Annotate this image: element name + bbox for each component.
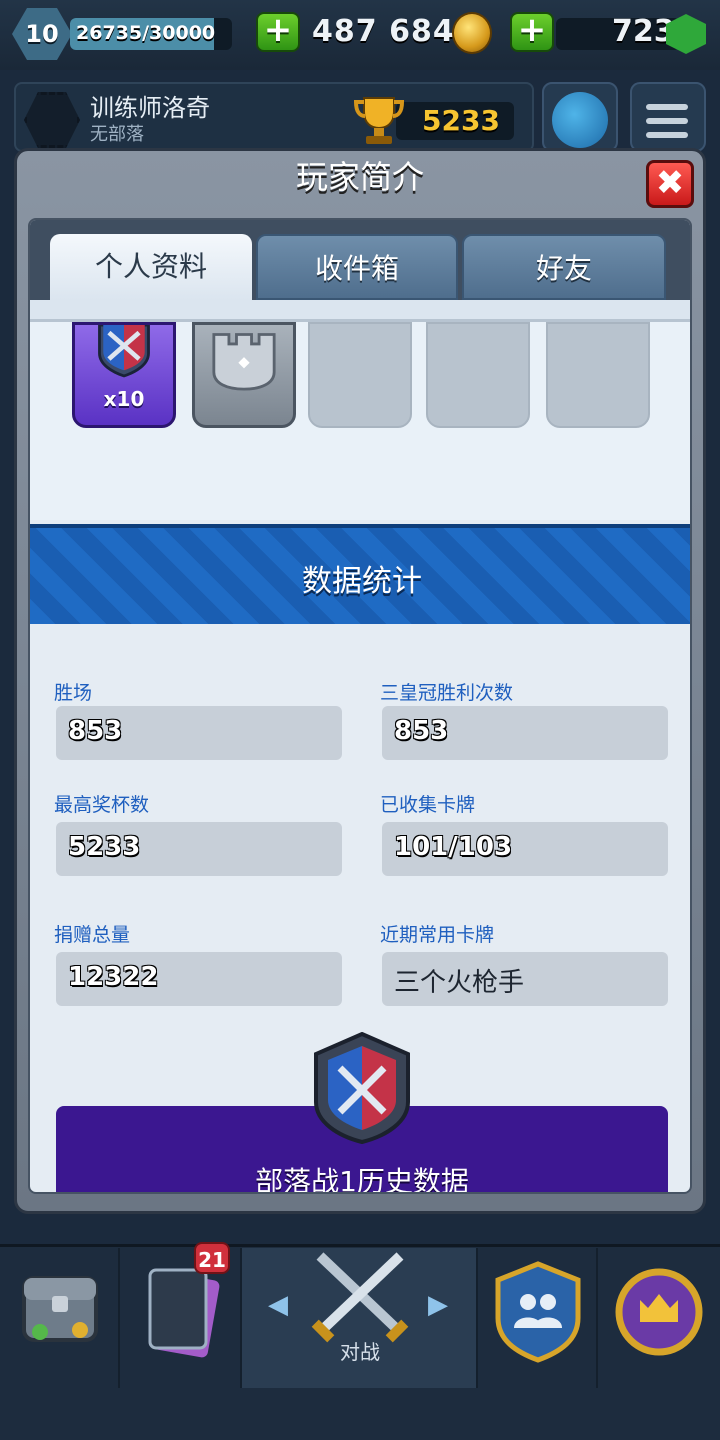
crown-badge[interactable]: [192, 322, 296, 428]
nav-shop[interactable]: [0, 1248, 120, 1388]
plus-icon: +: [517, 10, 547, 50]
stat-value-cards-found: 101/103: [394, 832, 513, 862]
battle-label: 对战: [340, 1340, 380, 1364]
tab-friends[interactable]: 好友: [462, 234, 666, 300]
stat-box-highest-trophies: 5233: [56, 822, 342, 876]
nav-events[interactable]: [598, 1248, 720, 1388]
stat-value-wins: 853: [68, 716, 123, 746]
modal-title: 玩家简介: [295, 158, 424, 196]
stat-label-highest-trophies: 最高奖杯数: [54, 794, 150, 816]
xp-bar: 26735/30000: [70, 18, 232, 50]
clan-war-badge-icon: [314, 1032, 410, 1144]
profile-content: 个人资料 收件箱 好友 x10 数据统计 胜场 853 三皇冠胜利次数 853 …: [28, 218, 692, 1194]
globe-icon: [552, 92, 608, 148]
stat-box-three-crown-wins: 853: [382, 706, 668, 760]
gold-coin-icon: [452, 12, 492, 54]
shop-chest-icon: [22, 1276, 98, 1342]
level-number: 10: [25, 20, 59, 48]
trophy-icon: [353, 97, 405, 144]
stat-value-total-donations: 12322: [68, 962, 159, 992]
clan-war-badge[interactable]: x10: [72, 322, 176, 428]
tab-inbox[interactable]: 收件箱: [256, 234, 458, 300]
menu-icon: [646, 104, 688, 146]
stat-value-favorite-card: 三个火枪手: [394, 968, 525, 998]
xp-text: 26735/30000: [76, 22, 216, 44]
stat-label-favorite-card: 近期常用卡牌: [380, 924, 495, 946]
crown-tower-icon: [212, 333, 276, 391]
stat-box-cards-found: 101/103: [382, 822, 668, 876]
stat-label-three-crown-wins: 三皇冠胜利次数: [380, 682, 514, 704]
tab-underline: [30, 300, 690, 322]
right-arrow-icon[interactable]: ▶: [428, 1290, 448, 1320]
trophy-count: 5233: [422, 104, 500, 137]
empty-badge-slot: [308, 322, 412, 428]
cards-notification-badge: 21: [194, 1242, 230, 1274]
clan-war-history-title: 部落战1历史数据: [255, 1165, 469, 1194]
badges-panel: x10: [30, 322, 690, 520]
add-gems-button[interactable]: +: [510, 12, 554, 52]
stats-title: 数据统计: [302, 564, 422, 599]
stat-label-cards-found: 已收集卡牌: [380, 794, 476, 816]
stat-box-total-donations: 12322: [56, 952, 342, 1006]
nav-social[interactable]: [478, 1248, 598, 1388]
close-button[interactable]: ✖: [646, 160, 694, 208]
crown-events-icon: [615, 1268, 703, 1356]
stat-value-three-crown-wins: 853: [394, 716, 449, 746]
empty-badge-slot: [426, 322, 530, 428]
gold-amount: 487 684: [312, 14, 455, 49]
social-shield-icon: [495, 1261, 581, 1363]
close-icon: ✖: [655, 163, 685, 203]
add-gold-button[interactable]: +: [256, 12, 300, 52]
empty-badge-slot: [546, 322, 650, 428]
stat-label-total-donations: 捐赠总量: [54, 924, 131, 946]
gem-amount: 723: [612, 14, 675, 49]
stat-label-wins: 胜场: [54, 682, 93, 704]
left-arrow-icon[interactable]: ◀: [268, 1290, 288, 1320]
stat-box-wins: 853: [56, 706, 342, 760]
stats-banner: 数据统计: [30, 524, 690, 624]
tab-profile[interactable]: 个人资料: [50, 234, 252, 300]
plus-icon: +: [263, 10, 293, 50]
badge-multiplier: x10: [103, 387, 145, 411]
stat-box-favorite-card[interactable]: 三个火枪手: [382, 952, 668, 1006]
player-clan: 无部落: [90, 124, 144, 145]
stat-value-highest-trophies: 5233: [68, 832, 141, 862]
player-name: 训练师洛奇: [90, 94, 210, 122]
